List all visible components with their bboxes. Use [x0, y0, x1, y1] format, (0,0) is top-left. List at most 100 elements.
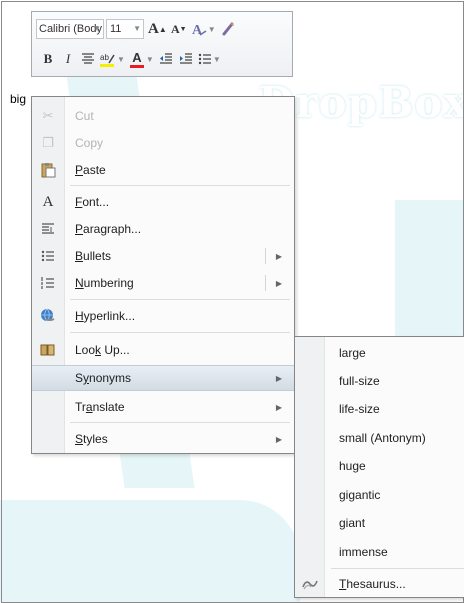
mini-toolbar: Calibri (Body ▼ 11 ▼ A ▲ A ▼ A ▼ B I ab …: [31, 11, 293, 77]
submenu-arrow-icon[interactable]: ▶: [276, 252, 282, 261]
bold-button[interactable]: B: [40, 49, 56, 69]
synonym-item[interactable]: gigantic: [295, 482, 464, 508]
menu-separator: [331, 568, 464, 569]
menu-item-label: Numbering: [75, 276, 134, 290]
align-center-icon: [82, 53, 94, 64]
menu-item-label: Styles: [75, 432, 108, 446]
numbering-icon: [39, 274, 57, 292]
italic-glyph: I: [65, 51, 71, 66]
menu-item-styles[interactable]: Styles ▶: [32, 426, 294, 452]
menu-item-label: Paste: [75, 163, 106, 177]
synonym-item[interactable]: huge: [295, 453, 464, 479]
menu-item-label: Paragraph...: [75, 222, 142, 236]
mini-toolbar-row-2: B I ab ▼ A ▼ ▼: [36, 48, 288, 70]
menu-separator: [70, 299, 290, 300]
increase-indent-icon: [179, 53, 192, 64]
highlighter-icon: ab: [100, 53, 115, 67]
menu-item-hyperlink[interactable]: Hyperlink...: [32, 303, 294, 329]
center-align-button[interactable]: [80, 49, 96, 69]
format-painter-button[interactable]: [220, 19, 236, 39]
chevron-down-icon: ▼: [117, 54, 125, 64]
menu-separator: [70, 332, 290, 333]
font-name-select[interactable]: Calibri (Body ▼: [36, 19, 104, 39]
font-color-button[interactable]: A: [129, 49, 145, 69]
chevron-down-icon: ▼: [207, 24, 216, 34]
menu-item-label: Cut: [75, 109, 94, 123]
chevron-down-icon: ▼: [93, 24, 101, 33]
font-size-value: 11: [110, 23, 122, 35]
bullets-list-icon: [198, 53, 211, 65]
synonym-label: huge: [339, 459, 366, 473]
copy-icon: ❐: [42, 135, 54, 150]
grow-font-button[interactable]: A ▲: [148, 19, 167, 39]
menu-item-numbering[interactable]: Numbering ▶: [32, 270, 294, 296]
synonym-item[interactable]: small (Antonym): [295, 425, 464, 451]
italic-button[interactable]: I: [60, 49, 76, 69]
thesaurus-item[interactable]: Thesaurus...: [295, 571, 464, 597]
menu-item-bullets[interactable]: Bullets ▶: [32, 243, 294, 269]
synonym-item[interactable]: immense: [295, 539, 464, 565]
paragraph-icon: [39, 220, 57, 238]
menu-item-copy[interactable]: ❐ Copy: [32, 130, 294, 156]
thesaurus-label-rest: hesaurus...: [346, 577, 406, 591]
synonym-label: small (Antonym): [339, 431, 426, 445]
menu-item-label: Copy: [75, 136, 104, 150]
menu-item-label: Synonyms: [75, 371, 132, 385]
font-color-glyph: A: [132, 49, 142, 65]
shrink-font-glyph: A: [170, 21, 180, 36]
menu-item-translate[interactable]: Translate ▶: [32, 394, 294, 420]
menu-separator: [70, 422, 290, 423]
synonym-item[interactable]: full-size: [295, 368, 464, 394]
synonym-label: life-size: [339, 402, 380, 416]
selected-word[interactable]: big: [10, 92, 26, 106]
thesaurus-icon: [301, 575, 319, 593]
synonym-label: large: [339, 346, 366, 360]
mini-toolbar-row-1: Calibri (Body ▼ 11 ▼ A ▲ A ▼ A ▼: [36, 18, 288, 40]
synonym-label: giant: [339, 516, 366, 530]
synonym-item[interactable]: life-size: [295, 396, 464, 422]
shrink-font-button[interactable]: A ▼: [171, 19, 187, 39]
menu-item-paste[interactable]: Paste: [32, 157, 294, 183]
hyperlink-icon: [39, 307, 57, 325]
svg-text:ab: ab: [100, 53, 109, 62]
menu-item-label: Look Up...: [75, 343, 130, 357]
menu-item-paragraph[interactable]: Paragraph...: [32, 216, 294, 242]
watermark-band-bottom: [0, 500, 300, 602]
synonyms-submenu: large full-size life-size small (Antonym…: [294, 336, 464, 598]
grow-font-icon: ▲: [158, 24, 167, 34]
menu-item-synonyms[interactable]: Synonyms ▶: [32, 365, 294, 391]
menu-item-label: Hyperlink...: [75, 309, 136, 323]
quick-styles-icon: A: [192, 23, 207, 37]
chevron-down-icon: ▼: [133, 24, 141, 33]
submenu-arrow-icon[interactable]: ▶: [276, 279, 282, 288]
increase-indent-button[interactable]: [178, 49, 194, 69]
highlight-button[interactable]: ab ▼: [100, 49, 125, 69]
format-painter-icon: [222, 22, 234, 36]
shrink-font-icon: ▼: [179, 25, 187, 33]
lookup-icon: [39, 341, 57, 359]
menu-item-look-up[interactable]: Look Up...: [32, 337, 294, 363]
menu-item-cut[interactable]: ✂ Cut: [32, 103, 294, 129]
scissors-icon: ✂: [42, 108, 54, 123]
bullets-button[interactable]: ▼: [198, 49, 221, 69]
paste-label-rest: aste: [83, 163, 106, 177]
submenu-arrow-icon: ▶: [275, 402, 282, 412]
synonym-label: full-size: [339, 374, 380, 388]
context-menu: ✂ Cut ❐ Copy Paste A Font... Paragraph..…: [31, 96, 295, 454]
menu-item-label: Translate: [75, 400, 125, 414]
paste-icon: [39, 161, 57, 179]
styles-gallery-button[interactable]: A ▼: [191, 19, 216, 39]
thesaurus-label: Thesaurus...: [339, 577, 406, 591]
chevron-down-icon: ▼: [212, 54, 221, 64]
synonym-item[interactable]: giant: [295, 510, 464, 536]
submenu-arrow-icon: ▶: [275, 373, 282, 383]
submenu-arrow-icon: ▶: [275, 434, 282, 444]
synonym-label: gigantic: [339, 488, 381, 502]
synonym-item[interactable]: large: [295, 340, 464, 366]
menu-item-font[interactable]: A Font...: [32, 189, 294, 215]
decrease-indent-button[interactable]: [158, 49, 174, 69]
grow-font-glyph: A: [148, 20, 159, 37]
synonym-label: immense: [339, 545, 388, 559]
font-size-select[interactable]: 11 ▼: [106, 19, 144, 39]
chevron-down-icon: ▼: [145, 54, 154, 64]
